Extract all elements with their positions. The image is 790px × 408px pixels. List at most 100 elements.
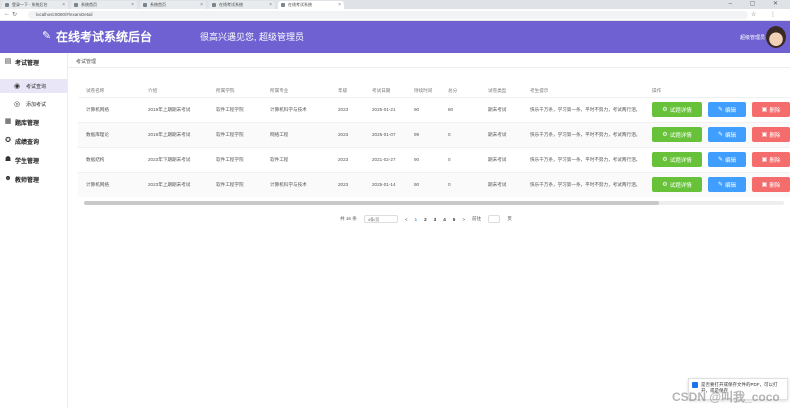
close-icon[interactable]: × (62, 1, 65, 9)
table-cell: 2025-01-14 (364, 171, 406, 197)
favicon-icon (74, 3, 78, 7)
close-icon[interactable]: × (338, 1, 341, 9)
close-icon[interactable]: × (131, 1, 134, 9)
table-cell: 软件工程学院 (208, 96, 262, 122)
table-cell: 2019年上期期末考试 (140, 121, 208, 147)
table-cell: 计算机网络 (78, 96, 140, 122)
table-row: 数据结构 2023年下期期末考试 软件工程学院 软件工程 2023 2021-02-27 9… (78, 146, 790, 172)
delete-button[interactable]: ▣ 删除 (752, 152, 790, 167)
table-cell: 2021-02-27 (364, 146, 406, 172)
table-cell: 2025-01-21 (364, 96, 406, 122)
page-number[interactable]: 4 (443, 217, 446, 222)
reload-icon[interactable]: ↻ (12, 11, 17, 18)
delete-label: 删除 (769, 157, 781, 164)
trash-icon: ▣ (761, 157, 768, 163)
row-actions: ⚙ 试题详情 ✎ 编辑 ▣ 删除 (644, 171, 790, 197)
edit-label: 编辑 (725, 107, 737, 114)
breadcrumb[interactable]: 考试管理 (76, 58, 96, 65)
delete-button[interactable]: ▣ 删除 (752, 177, 790, 193)
edit-button[interactable]: ✎ 编辑 (708, 152, 746, 167)
username[interactable]: 超级管理员 (740, 34, 765, 41)
sidebar-item-exam-query[interactable]: ◉ 考试查询 (0, 79, 67, 93)
table-row: 计算机网络 2023年上期期末考试 软件工程学院 计算机科学与技术 2023 2025-0… (78, 171, 790, 197)
delete-label: 删除 (769, 107, 781, 114)
table-cell: 软件工程学院 (208, 146, 262, 172)
delete-button[interactable]: ▣ 删除 (752, 127, 790, 142)
detail-label: 试题详情 (669, 132, 692, 139)
edit-label: 编辑 (725, 132, 737, 139)
browser-tab[interactable]: 在线考试系统 × (209, 1, 275, 9)
sidebar-group-label: 教师管理 (15, 177, 40, 184)
table-cell: 0 (440, 121, 480, 147)
page-unit-label: 页 (507, 216, 512, 221)
detail-button[interactable]: ⚙ 试题详情 (652, 152, 702, 167)
prev-page-button[interactable]: < (405, 217, 408, 222)
goto-label: 前往 (472, 216, 482, 221)
sidebar-group-teacher[interactable]: ☻ 教师管理 (0, 172, 67, 186)
delete-button[interactable]: ▣ 删除 (752, 102, 790, 117)
row-actions: ⚙ 试题详情 ✎ 编辑 ▣ 删除 (644, 96, 790, 122)
tab-label: 系统首页 (81, 2, 97, 7)
browser-menu-icon[interactable]: ☆ ⋮ (751, 11, 782, 18)
browser-tab[interactable]: 登录一下 · 系统后台 × (2, 1, 68, 9)
table-cell: 快乐千万条，学习第一条，平时不努力，考试两行泪。 (522, 96, 644, 122)
table-cell: 2019年上期期末考试 (140, 96, 208, 122)
avatar[interactable] (766, 26, 786, 48)
edit-button[interactable]: ✎ 编辑 (708, 127, 746, 142)
page-number[interactable]: 1 (415, 217, 418, 222)
edit-button[interactable]: ✎ 编辑 (708, 177, 746, 193)
next-page-button[interactable]: > (462, 217, 465, 222)
column-header: 所属专业 (270, 87, 289, 93)
table-cell: 2023年上期期末考试 (140, 171, 208, 197)
detail-button[interactable]: ⚙ 试题详情 (652, 127, 702, 142)
table-cell: 期末考试 (480, 96, 522, 122)
table-cell: 数据库理论 (78, 121, 140, 147)
table-cell: 数据结构 (78, 146, 140, 172)
close-icon[interactable]: × (200, 1, 203, 9)
browser-tab[interactable]: 系统首页 × (140, 1, 206, 9)
page-number[interactable]: 5 (453, 217, 456, 222)
pagination-total: 共 16 条 (340, 216, 357, 221)
page-size-select[interactable]: 4条/页 (363, 215, 398, 223)
table-cell: 计算机网络 (78, 171, 140, 197)
browser-tab[interactable]: 系统首页 × (71, 1, 137, 9)
goto-page-input[interactable] (488, 215, 501, 223)
browser-tab-active[interactable]: 在线考试系统 × (278, 1, 344, 9)
sidebar-item-add-exam[interactable]: ◎ 添加考试 (0, 97, 67, 111)
detail-button[interactable]: ⚙ 试题详情 (652, 177, 702, 193)
column-header: 年级 (338, 87, 348, 93)
sidebar-group-exam[interactable]: ▤ 考试管理 (0, 55, 67, 69)
delete-label: 删除 (769, 132, 781, 139)
back-icon[interactable]: ← (4, 11, 10, 17)
watermark: CSDN @叫我_coco (672, 390, 780, 404)
action-group: ⚙ 试题详情 ✎ 编辑 ▣ 删除 (652, 177, 790, 193)
table-cell: 计算机科学与技术 (262, 96, 330, 122)
horizontal-scrollbar[interactable] (84, 201, 784, 205)
url-input[interactable]: localhost:8080/#/examDetail (28, 11, 748, 19)
scrollbar-thumb[interactable] (84, 201, 659, 205)
table-cell: 网络工程 (262, 121, 330, 147)
table-cell: 80 (440, 96, 480, 122)
favicon-icon (5, 3, 9, 7)
sidebar-group-bank[interactable]: ▦ 题库管理 (0, 115, 67, 129)
pagination: 共 16 条 4条/页 < 1 2 3 4 5 > 前往 页 (340, 215, 512, 223)
address-bar-row: ← ↻ localhost:8080/#/examDetail ☆ ⋮ (0, 9, 790, 21)
close-icon[interactable]: × (269, 1, 272, 9)
sidebar-group-student[interactable]: ☗ 学生管理 (0, 153, 67, 167)
row-actions: ⚙ 试题详情 ✎ 编辑 ▣ 删除 (644, 146, 790, 172)
page-number[interactable]: 3 (434, 217, 437, 222)
main-content: 考试管理 试卷名称 介绍 所属学院 所属专业 年级 考试日期 持续时间 总分 试… (68, 53, 790, 408)
gear-icon: ⚙ (662, 157, 668, 163)
window-controls[interactable]: – ▢ ✕ (729, 0, 786, 7)
column-header: 所属学院 (216, 87, 235, 93)
sidebar-group-score[interactable]: ✪ 成绩查询 (0, 134, 67, 148)
edit-button[interactable]: ✎ 编辑 (708, 102, 746, 117)
table-cell: 期末考试 (480, 171, 522, 197)
table-cell: 90 (406, 146, 440, 172)
detail-button[interactable]: ⚙ 试题详情 (652, 102, 702, 117)
page-number[interactable]: 2 (424, 217, 427, 222)
edit-label: 编辑 (725, 157, 737, 164)
action-group: ⚙ 试题详情 ✎ 编辑 ▣ 删除 (652, 102, 790, 117)
sidebar-group-label: 学生管理 (15, 158, 40, 165)
table-cell: 2023 (330, 171, 364, 197)
